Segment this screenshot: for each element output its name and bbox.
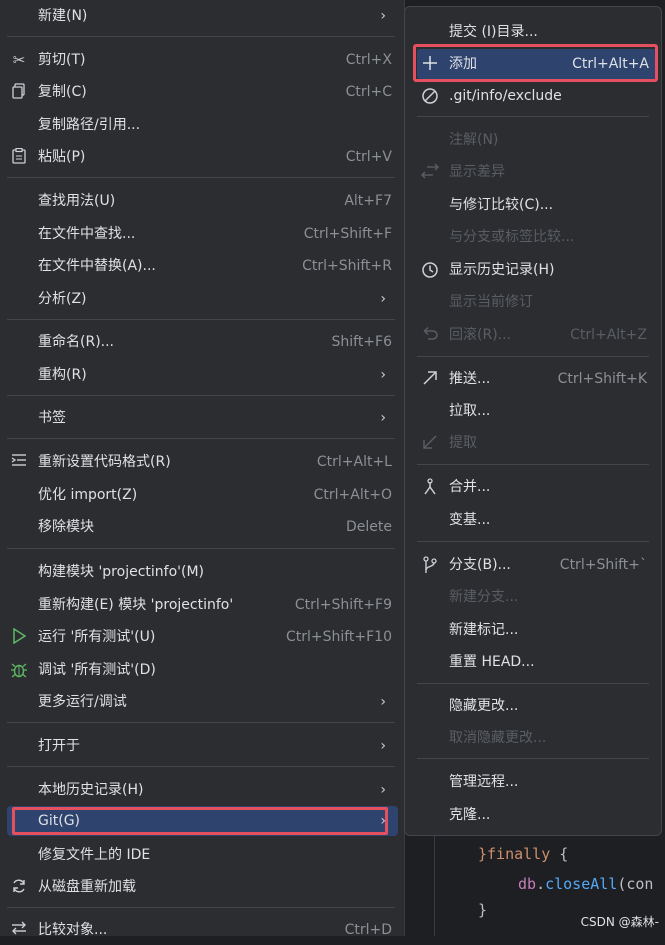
ignore-icon xyxy=(421,87,439,105)
menu-item-refactor[interactable]: 重构(R) › xyxy=(0,360,405,390)
menu-separator xyxy=(7,36,395,37)
menu-item-copy-path[interactable]: 复制路径/引用... xyxy=(0,110,405,140)
watermark: CSDN @森林- xyxy=(580,915,659,929)
git-submenu: 提交 (I)目录... 添加 Ctrl+Alt+A .git/info/excl… xyxy=(404,6,662,836)
git-manage-remotes[interactable]: 管理远程... xyxy=(405,767,661,797)
menu-item-open-in[interactable]: 打开于 › xyxy=(0,731,405,761)
chevron-right-icon: › xyxy=(380,738,386,754)
menu-separator xyxy=(7,438,395,439)
history-icon xyxy=(421,261,439,279)
submenu-separator xyxy=(417,116,649,117)
git-new-tag[interactable]: 新建标记... xyxy=(405,615,661,645)
menu-separator xyxy=(7,395,395,396)
git-fetch[interactable]: 提取 xyxy=(405,428,661,458)
menu-item-compare-with[interactable]: 比较对象... Ctrl+D xyxy=(0,915,405,945)
menu-item-remove-module[interactable]: 移除模块 Delete xyxy=(0,512,405,542)
menu-item-reformat-code[interactable]: 重新设置代码格式(R) Ctrl+Alt+L xyxy=(0,447,405,477)
menu-separator xyxy=(7,177,395,178)
submenu-separator xyxy=(417,541,649,542)
scissors-icon: ✂ xyxy=(12,51,26,69)
chevron-right-icon: › xyxy=(380,694,386,710)
git-commit-directory[interactable]: 提交 (I)目录... xyxy=(405,17,661,47)
menu-item-rebuild-module[interactable]: 重新构建(E) 模块 'projectinfo' Ctrl+Shift+F9 xyxy=(0,590,405,620)
git-show-diff[interactable]: 显示差异 xyxy=(405,157,661,187)
menu-item-replace-in-files[interactable]: 在文件中替换(A)... Ctrl+Shift+R xyxy=(0,251,405,281)
menu-item-copy[interactable]: 复制(C) Ctrl+C xyxy=(0,77,405,107)
menu-separator xyxy=(7,548,395,549)
code-line-closeall: db.closeAll(con xyxy=(518,875,654,893)
rollback-icon xyxy=(421,326,439,344)
menu-item-cut[interactable]: ✂ 剪切(T) Ctrl+X xyxy=(0,45,405,75)
compare-icon xyxy=(10,921,28,939)
menu-item-build-module[interactable]: 构建模块 'projectinfo'(M) xyxy=(0,557,405,587)
chevron-right-icon: › xyxy=(380,782,386,798)
code-line-close-brace: } xyxy=(478,901,488,919)
menu-item-find-usages[interactable]: 查找用法(U) Alt+F7 xyxy=(0,186,405,216)
git-pull[interactable]: 拉取... xyxy=(405,396,661,426)
fetch-icon xyxy=(421,434,439,452)
run-icon xyxy=(10,627,28,646)
menu-item-new[interactable]: 新建(N) › xyxy=(0,1,405,31)
git-push[interactable]: 推送... Ctrl+Shift+K xyxy=(405,364,661,394)
git-rebase[interactable]: 变基... xyxy=(405,505,661,535)
git-branches[interactable]: 分支(B)... Ctrl+Shift+` xyxy=(405,550,661,580)
menu-item-run-tests[interactable]: 运行 '所有测试'(U) Ctrl+Shift+F10 xyxy=(0,622,405,652)
context-menu: 新建(N) › ✂ 剪切(T) Ctrl+X 复制(C) Ctrl+C 复制路径/… xyxy=(0,0,405,938)
git-merge[interactable]: 合并... xyxy=(405,472,661,502)
menu-item-reload-from-disk[interactable]: 从磁盘重新加载 xyxy=(0,872,405,902)
chevron-right-icon: › xyxy=(380,367,386,383)
menu-item-analyze[interactable]: 分析(Z) › xyxy=(0,284,405,314)
diff-icon xyxy=(421,163,439,181)
menu-item-local-history[interactable]: 本地历史记录(H) › xyxy=(0,775,405,805)
chevron-right-icon: › xyxy=(380,291,386,307)
reload-icon xyxy=(10,878,28,896)
menu-item-bookmarks[interactable]: 书签 › xyxy=(0,403,405,433)
git-reset-head[interactable]: 重置 HEAD... xyxy=(405,647,661,677)
git-clone[interactable]: 克隆... xyxy=(405,800,661,830)
menu-item-paste[interactable]: 粘贴(P) Ctrl+V xyxy=(0,142,405,172)
menu-item-fix-ide[interactable]: 修复文件上的 IDE xyxy=(0,840,405,870)
submenu-separator xyxy=(417,758,649,759)
chevron-right-icon: › xyxy=(380,8,386,24)
menu-item-rename[interactable]: 重命名(R)... Shift+F6 xyxy=(0,327,405,357)
menu-item-find-in-files[interactable]: 在文件中查找... Ctrl+Shift+F xyxy=(0,219,405,249)
submenu-separator xyxy=(417,683,649,684)
chevron-right-icon: › xyxy=(380,410,386,426)
debug-icon xyxy=(10,661,28,679)
paste-icon xyxy=(10,147,28,166)
menu-separator xyxy=(7,766,395,767)
menu-separator xyxy=(7,907,395,908)
menu-item-debug-tests[interactable]: 调试 '所有测试'(D) xyxy=(0,655,405,685)
git-annotate[interactable]: 注解(N) xyxy=(405,125,661,155)
indent-guide xyxy=(434,836,435,936)
push-icon xyxy=(421,370,439,388)
submenu-separator xyxy=(417,356,649,357)
menu-separator xyxy=(7,722,395,723)
code-line-finally: }finally { xyxy=(478,845,569,863)
git-show-current-revision[interactable]: 显示当前修订 xyxy=(405,287,661,317)
branch-icon xyxy=(421,556,439,574)
submenu-separator xyxy=(417,464,649,465)
reformat-icon xyxy=(10,453,28,471)
add-highlight-box xyxy=(413,44,658,82)
git-exclude[interactable]: .git/info/exclude xyxy=(405,81,661,111)
git-new-branch[interactable]: 新建分支... xyxy=(405,582,661,612)
menu-separator xyxy=(7,319,395,320)
git-highlight-box xyxy=(12,807,388,835)
git-show-history[interactable]: 显示历史记录(H) xyxy=(405,255,661,285)
git-unstash[interactable]: 取消隐藏更改... xyxy=(405,723,661,753)
merge-icon xyxy=(421,478,439,496)
copy-icon xyxy=(10,83,28,101)
git-rollback[interactable]: 回滚(R)... Ctrl+Alt+Z xyxy=(405,320,661,350)
menu-item-optimize-imports[interactable]: 优化 import(Z) Ctrl+Alt+O xyxy=(0,480,405,510)
git-compare-branch[interactable]: 与分支或标签比较... xyxy=(405,222,661,252)
git-compare-revision[interactable]: 与修订比较(C)... xyxy=(405,190,661,220)
git-stash[interactable]: 隐藏更改... xyxy=(405,691,661,721)
menu-item-more-run-debug[interactable]: 更多运行/调试 › xyxy=(0,687,405,717)
